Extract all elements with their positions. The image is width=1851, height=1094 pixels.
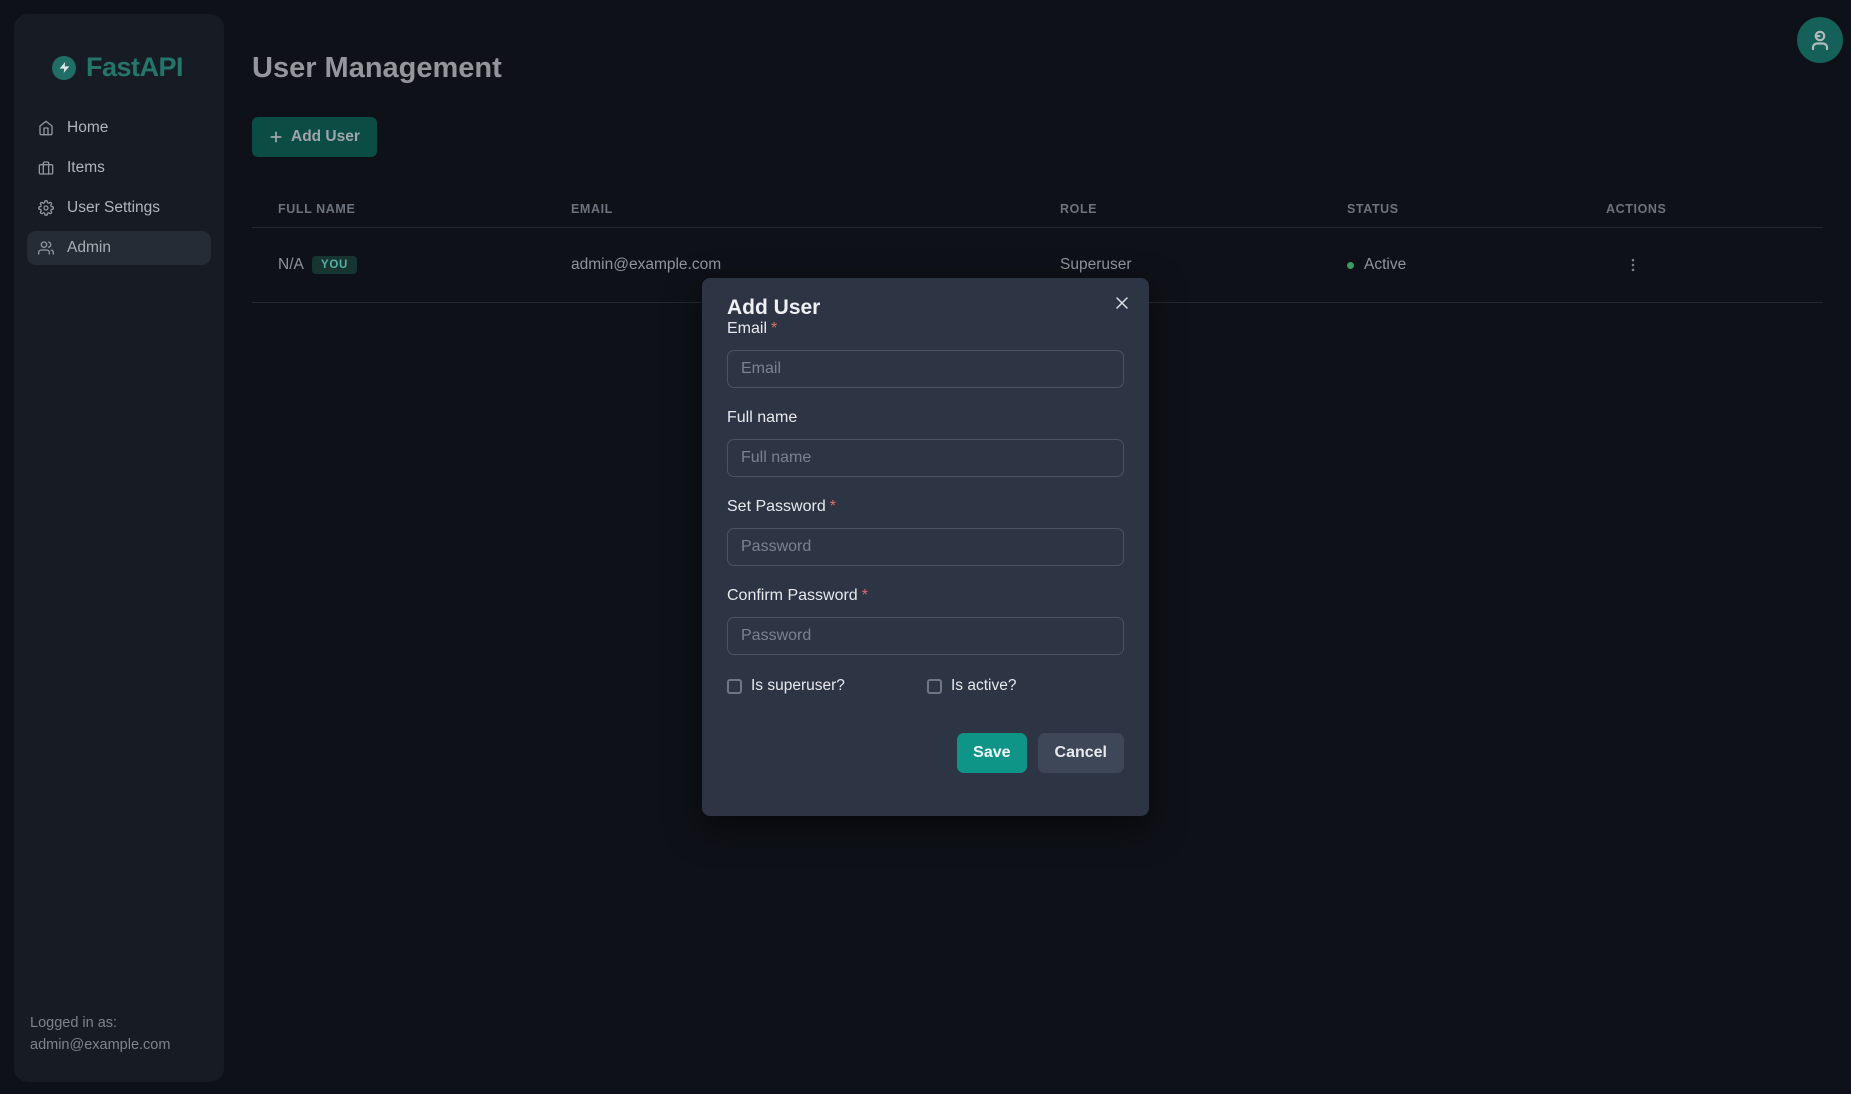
confirm-password-field-label: Confirm Password* [727,587,1124,605]
confirm-password-field-group: Confirm Password* [727,587,1124,655]
full-name-field-group: Full name [727,409,1124,477]
cancel-button[interactable]: Cancel [1038,733,1124,773]
set-password-field-group: Set Password* [727,498,1124,566]
modal-checkbox-row: Is superuser? Is active? [727,677,1124,695]
required-marker: * [862,587,868,604]
email-field[interactable] [727,350,1124,388]
modal-close-button[interactable] [1107,288,1137,318]
close-icon [1112,293,1132,313]
save-button[interactable]: Save [957,733,1026,773]
set-password-field[interactable] [727,528,1124,566]
full-name-field[interactable] [727,439,1124,477]
is-superuser-checkbox[interactable] [727,679,742,694]
add-user-modal: Add User Email* Full name Set Password* … [702,278,1149,816]
required-marker: * [771,320,777,337]
is-superuser-label: Is superuser? [751,677,845,695]
modal-title: Add User [727,296,1124,320]
is-active-label: Is active? [951,677,1016,695]
is-active-checkbox-group[interactable]: Is active? [927,677,1016,695]
required-marker: * [830,498,836,515]
is-active-checkbox[interactable] [927,679,942,694]
confirm-password-field[interactable] [727,617,1124,655]
full-name-field-label: Full name [727,409,1124,427]
email-field-label: Email* [727,320,1124,338]
is-superuser-checkbox-group[interactable]: Is superuser? [727,677,927,695]
set-password-field-label: Set Password* [727,498,1124,516]
email-field-group: Email* [727,320,1124,388]
modal-footer: Save Cancel [727,733,1124,773]
